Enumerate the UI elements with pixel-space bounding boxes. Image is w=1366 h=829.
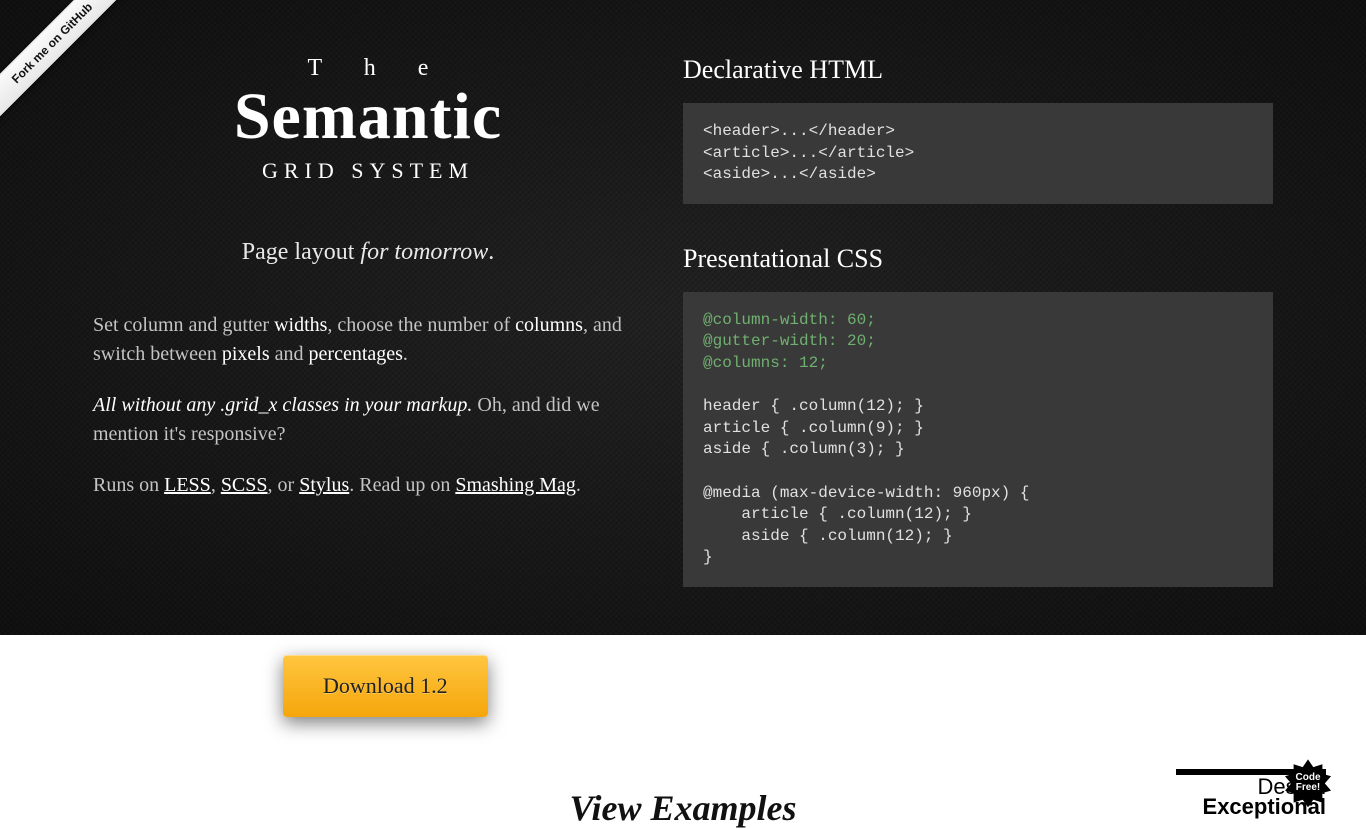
examples-section: View Examples [0,687,1366,829]
text-strong: percentages [309,343,403,365]
design-exceptional-badge[interactable]: Code Free! Design Exceptional [1176,769,1326,817]
link-scss[interactable]: SCSS [221,474,268,496]
link-stylus[interactable]: Stylus [299,474,349,496]
intro-paragraph-1: Set column and gutter widths, choose the… [93,311,643,369]
heading-presentational-css: Presentational CSS [683,244,1273,274]
link-smashing-mag[interactable]: Smashing Mag [455,474,576,496]
code-block-html: <header>...</header> <article>...</artic… [683,103,1273,204]
hero-section: Fork me on GitHub T h e Semantic GRID SY… [0,0,1366,635]
title-block: T h e Semantic GRID SYSTEM [93,55,643,184]
text-strong: pixels [222,343,270,365]
download-button[interactable]: Download 1.2 [283,655,488,717]
link-less[interactable]: LESS [164,474,211,496]
text: . [576,474,581,496]
heading-declarative-html: Declarative HTML [683,55,1273,85]
text: , choose the number of [327,314,515,336]
text-strong: widths [274,314,327,336]
text: Runs on [93,474,164,496]
intro-paragraph-3: Runs on LESS, SCSS, or Stylus. Read up o… [93,471,643,500]
title-the: T h e [93,55,643,82]
tagline-part: . [488,239,494,265]
text-strong: columns [515,314,583,336]
intro-paragraph-2: All without any .grid_x classes in your … [93,391,643,449]
code-body: header { .column(12); } article { .colum… [703,397,1029,566]
code-column: Declarative HTML <header>...</header> <a… [683,55,1283,627]
text-em: All without any .grid_x classes in your … [93,394,472,416]
tagline: Page layout for tomorrow. [93,239,643,266]
view-examples-heading: View Examples [0,787,1366,829]
intro-column: T h e Semantic GRID SYSTEM Page layout f… [83,55,643,627]
tagline-em: for tomorrow [360,239,488,265]
tagline-part: Page layout [242,239,361,265]
text: . [403,343,408,365]
text: , [211,474,221,496]
text: and [270,343,309,365]
title-sub: GRID SYSTEM [93,158,643,184]
code-block-css: @column-width: 60; @gutter-width: 20; @c… [683,292,1273,587]
code-vars: @column-width: 60; @gutter-width: 20; @c… [703,311,876,372]
text: Set column and gutter [93,314,274,336]
title-main: Semantic [93,84,643,150]
text: , or [268,474,300,496]
text: . Read up on [349,474,455,496]
